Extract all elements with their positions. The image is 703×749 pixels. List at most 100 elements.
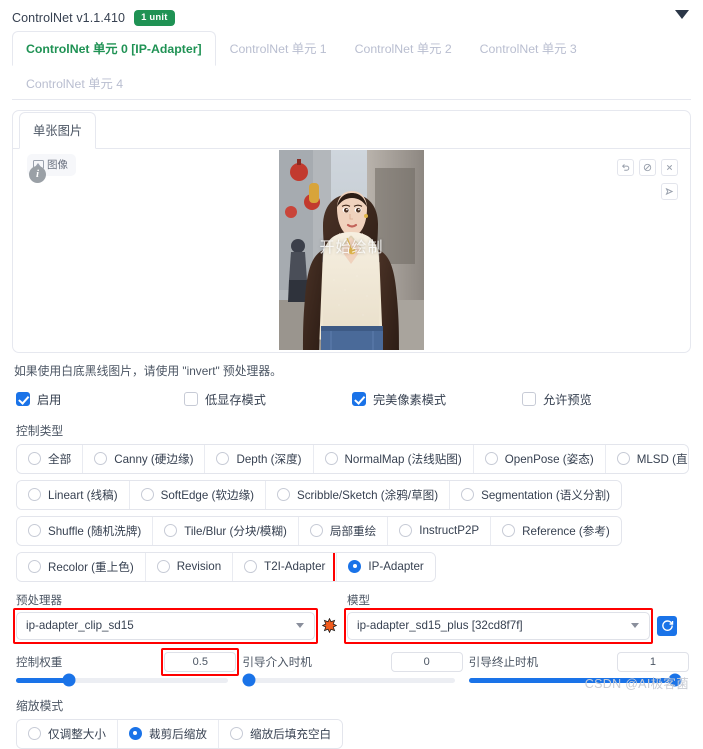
radio-t2i-adapter[interactable]: T2I-Adapter — [233, 552, 338, 581]
radio-all[interactable]: 全部 — [17, 444, 84, 473]
slider-control-weight-value[interactable]: 0.5 — [161, 647, 240, 676]
slider-guidance-end-value[interactable]: 1 — [616, 651, 689, 672]
radio-resize-only-label: 仅调整大小 — [48, 727, 106, 741]
slider-control-weight-fill — [16, 677, 70, 683]
close-icon[interactable] — [661, 158, 678, 176]
radio-depth-dot[interactable] — [216, 452, 230, 465]
slider-control-weight-track[interactable] — [16, 673, 229, 687]
radio-ip-adapter[interactable]: IP-Adapter — [333, 552, 435, 581]
radio-canny[interactable]: Canny (硬边缘) — [83, 444, 206, 473]
checkbox-enable-label: 启用 — [37, 392, 62, 407]
radio-revision[interactable]: Revision — [145, 552, 234, 581]
radio-segmentation-dot[interactable] — [461, 488, 475, 501]
radio-scribble-dot[interactable] — [277, 488, 291, 501]
radio-resize-and-fill[interactable]: 缩放后填充空白 — [218, 719, 343, 748]
sidebar-item-unit-0[interactable]: ControlNet 单元 0 [IP-Adapter] — [12, 30, 216, 66]
checkbox-pixel-perfect-box[interactable] — [352, 391, 366, 406]
radio-resize-and-fill-dot[interactable] — [229, 727, 243, 740]
chevron-down-icon[interactable] — [296, 623, 304, 628]
slider-control-weight-knob[interactable] — [62, 673, 76, 687]
radio-recolor[interactable]: Recolor (重上色) — [17, 552, 146, 581]
control-type-row-3: Shuffle (随机洗牌) Tile/Blur (分块/模糊) 局部重绘 In… — [16, 515, 622, 546]
radio-softedge[interactable]: SoftEdge (软边缘) — [129, 480, 267, 509]
checkbox-low-vram-box[interactable] — [184, 391, 198, 406]
checkbox-low-vram-label: 低显存模式 — [205, 392, 266, 407]
radio-openpose-dot[interactable] — [484, 452, 498, 465]
checkbox-pixel-perfect[interactable]: 完美像素模式 — [352, 390, 522, 408]
radio-ip-adapter-dot[interactable] — [348, 560, 362, 573]
sidebar-item-unit-4[interactable]: ControlNet 单元 4 — [12, 66, 137, 100]
radio-t2i-adapter-dot[interactable] — [244, 560, 258, 573]
image-dropzone[interactable]: 图像 i 开始绘制 — [13, 148, 690, 352]
slider-control-weight: 控制权重 0.5 — [16, 647, 240, 687]
radio-reference-dot[interactable] — [502, 524, 516, 537]
radio-normalmap-dot[interactable] — [324, 452, 338, 465]
accordion-header[interactable]: ControlNet v1.1.410 1 unit — [0, 0, 703, 28]
radio-normalmap[interactable]: NormalMap (法线贴图) — [313, 444, 474, 473]
radio-scribble[interactable]: Scribble/Sketch (涂鸦/草图) — [266, 480, 451, 509]
checkbox-allow-preview-box[interactable] — [522, 391, 536, 406]
radio-crop-and-resize-dot[interactable] — [128, 727, 142, 740]
radio-shuffle-label: Shuffle (随机洗牌) — [48, 524, 142, 538]
radio-reference[interactable]: Reference (参考) — [491, 516, 621, 545]
slider-guidance-start-knob[interactable] — [242, 673, 256, 687]
send-to-icon[interactable] — [661, 182, 678, 200]
slider-guidance-start-value[interactable]: 0 — [390, 651, 463, 672]
uploaded-image[interactable]: 开始绘制 — [279, 150, 424, 350]
radio-inpaint-dot[interactable] — [309, 524, 323, 537]
checkbox-allow-preview[interactable]: 允许预览 — [522, 390, 592, 408]
radio-lineart-dot[interactable] — [28, 488, 41, 501]
checkbox-enable-box[interactable] — [16, 391, 30, 406]
radio-shuffle-dot[interactable] — [28, 524, 41, 537]
radio-instructp2p[interactable]: InstructP2P — [388, 516, 492, 545]
controlnet-unit-tabs: ControlNet 单元 0 [IP-Adapter] ControlNet … — [12, 30, 691, 100]
sidebar-item-unit-1[interactable]: ControlNet 单元 1 — [216, 31, 341, 66]
radio-mlsd[interactable]: MLSD (直线) — [605, 444, 688, 473]
radio-depth[interactable]: Depth (深度) — [205, 444, 314, 473]
radio-resize-only-dot[interactable] — [28, 727, 41, 740]
preprocessor-select[interactable]: ip-adapter_clip_sd15 — [13, 607, 318, 644]
radio-crop-and-resize[interactable]: 裁剪后缩放 — [117, 719, 219, 748]
radio-recolor-dot[interactable] — [28, 560, 41, 573]
radio-shuffle[interactable]: Shuffle (随机洗牌) — [17, 516, 154, 545]
radio-resize-only[interactable]: 仅调整大小 — [17, 719, 118, 748]
model-select[interactable]: ip-adapter_sd15_plus [32cd8f7f] — [344, 607, 653, 644]
preprocessor-row: ip-adapter_clip_sd15 — [13, 607, 337, 644]
radio-normalmap-label: NormalMap (法线贴图) — [344, 452, 462, 466]
refresh-icon[interactable] — [657, 615, 677, 636]
checkbox-low-vram[interactable]: 低显存模式 — [184, 390, 352, 408]
radio-inpaint[interactable]: 局部重绘 — [298, 516, 389, 545]
radio-revision-dot[interactable] — [156, 560, 170, 573]
radio-openpose[interactable]: OpenPose (姿态) — [473, 444, 606, 473]
eraser-icon[interactable] — [639, 158, 656, 176]
slider-guidance-end-label: 引导终止时机 — [468, 655, 539, 669]
chevron-down-icon[interactable] — [631, 623, 639, 628]
info-icon[interactable]: i — [29, 165, 46, 183]
radio-lineart[interactable]: Lineart (线稿) — [17, 480, 130, 509]
tab-single-image[interactable]: 单张图片 — [19, 111, 97, 149]
model-column: 模型 ip-adapter_sd15_plus [32cd8f7f] — [344, 592, 677, 644]
radio-canny-dot[interactable] — [94, 452, 108, 465]
checkbox-enable[interactable]: 启用 — [16, 390, 184, 408]
slider-guidance-start: 引导介入时机 0 — [242, 651, 463, 687]
radio-mlsd-label: MLSD (直线) — [636, 452, 688, 466]
resize-mode-label: 缩放模式 — [16, 698, 64, 713]
sidebar-item-unit-3[interactable]: ControlNet 单元 3 — [466, 31, 591, 66]
model-selection-area: 预处理器 ip-adapter_clip_sd15 模型 ip-adapter_… — [13, 592, 689, 644]
radio-instructp2p-dot[interactable] — [399, 524, 413, 537]
radio-lineart-label: Lineart (线稿) — [48, 488, 118, 502]
radio-all-dot[interactable] — [28, 452, 41, 465]
radio-segmentation-label: Segmentation (语义分割) — [481, 488, 610, 502]
explosion-icon[interactable] — [322, 618, 337, 633]
chevron-down-icon[interactable] — [675, 10, 689, 19]
radio-softedge-dot[interactable] — [140, 488, 154, 501]
undo-icon[interactable] — [617, 158, 634, 176]
radio-reference-label: Reference (参考) — [522, 524, 610, 538]
radio-tile-blur-dot[interactable] — [164, 524, 178, 537]
radio-tile-blur[interactable]: Tile/Blur (分块/模糊) — [153, 516, 299, 545]
radio-segmentation[interactable]: Segmentation (语义分割) — [450, 480, 621, 509]
slider-guidance-start-track[interactable] — [242, 673, 455, 687]
sidebar-item-unit-2[interactable]: ControlNet 单元 2 — [341, 31, 466, 66]
radio-recolor-label: Recolor (重上色) — [48, 560, 134, 574]
radio-mlsd-dot[interactable] — [616, 452, 630, 465]
